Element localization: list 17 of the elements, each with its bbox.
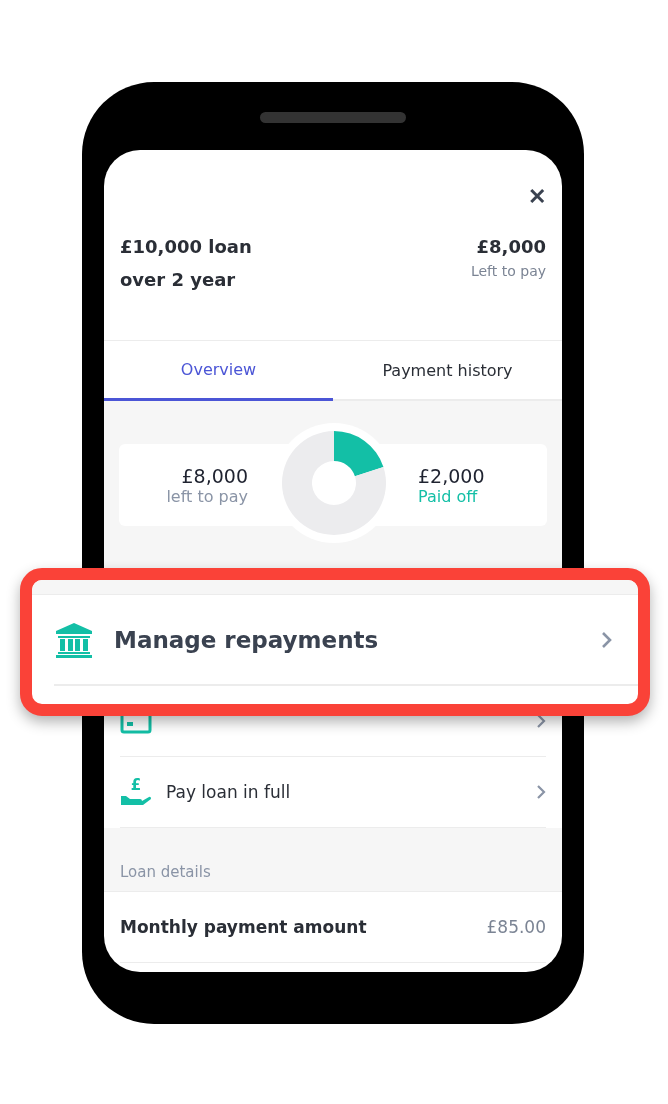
left-amount: £8,000 xyxy=(181,464,248,487)
bank-icon xyxy=(54,621,94,658)
detail-label: Monthly payment amount xyxy=(120,917,367,937)
left-caption: left to pay xyxy=(166,486,248,506)
action-label: Pay loan in full xyxy=(166,782,291,802)
paid-amount: £2,000 xyxy=(418,464,485,487)
detail-value: £85.00 xyxy=(486,917,546,937)
chevron-icon xyxy=(601,629,613,650)
manage-repayments-row[interactable]: Manage repayments xyxy=(32,595,638,684)
paid-caption: Paid off xyxy=(418,486,478,506)
loan-term: over 2 year xyxy=(120,268,237,292)
remaining-caption: Left to pay xyxy=(470,263,546,279)
loan-title: £10,000 loan xyxy=(120,235,252,259)
remaining-amount: £8,000 xyxy=(475,235,546,259)
close-button[interactable]: ✕ xyxy=(528,184,546,210)
chevron-icon xyxy=(536,784,546,800)
section-heading: Loan details xyxy=(120,863,211,881)
